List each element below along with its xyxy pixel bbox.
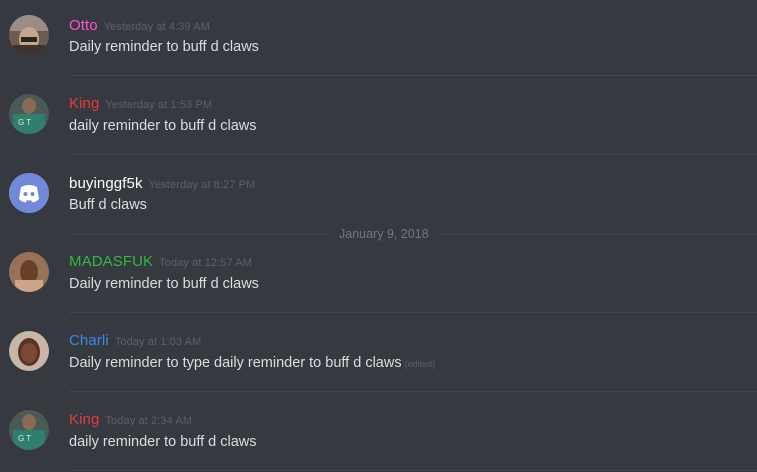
- avatar[interactable]: G T: [9, 94, 49, 134]
- avatar[interactable]: [9, 252, 49, 292]
- user-photo-avatar-icon: G T: [9, 410, 49, 450]
- user-photo-avatar-icon: [9, 331, 49, 371]
- username[interactable]: King Today at 2:34 AM: [69, 411, 192, 428]
- timestamp: Today at 1:03 AM: [114, 336, 202, 348]
- avatar[interactable]: [9, 331, 49, 371]
- username[interactable]: King Yesterday at 1:53 PM: [69, 95, 212, 112]
- message-item[interactable]: Otto Yesterday at 4:39 AM Daily reminder …: [0, 0, 757, 78]
- message-divider: [69, 312, 757, 313]
- username[interactable]: Charli Today at 1:03 AM: [69, 332, 201, 349]
- username-text[interactable]: Otto: [69, 17, 98, 34]
- message-text: Daily reminder to buff d claws: [69, 276, 259, 292]
- message-item[interactable]: Charli Today at 1:03 AM Daily reminder to…: [0, 315, 757, 393]
- message-text-body: Daily reminder to type daily reminder to…: [69, 355, 402, 371]
- user-photo-avatar-icon: [9, 15, 49, 55]
- username-text[interactable]: buyinggf5k: [69, 175, 143, 192]
- message-divider: [69, 154, 757, 155]
- timestamp: Yesterday at 4:39 AM: [103, 21, 210, 33]
- message-item[interactable]: buyinggf5k Yesterday at 8:27 PM Buff d cl…: [0, 157, 757, 235]
- message-text: Daily reminder to buff d claws: [69, 39, 259, 55]
- message-item[interactable]: G T King Yesterday at 1:53 PM daily remin…: [0, 78, 757, 156]
- username-text[interactable]: King: [69, 95, 99, 112]
- message-divider: [69, 470, 757, 471]
- avatar[interactable]: G T: [9, 410, 49, 450]
- timestamp: Today at 2:34 AM: [105, 415, 193, 427]
- message-item[interactable]: G T King Today at 2:34 AM daily reminder …: [0, 394, 757, 472]
- username[interactable]: Otto Yesterday at 4:39 AM: [69, 17, 210, 34]
- timestamp: Yesterday at 8:27 PM: [148, 179, 256, 191]
- user-photo-avatar-icon: [9, 252, 49, 292]
- message-text: daily reminder to buff d claws: [69, 118, 257, 134]
- avatar[interactable]: [9, 173, 49, 213]
- chat-messages: Otto Yesterday at 4:39 AM Daily reminder …: [0, 0, 757, 472]
- username-text[interactable]: King: [69, 411, 99, 428]
- edited-marker: (edited): [404, 359, 436, 369]
- message-text: daily reminder to buff d claws: [69, 434, 257, 450]
- svg-text:G T: G T: [18, 118, 31, 127]
- timestamp: Yesterday at 1:53 PM: [105, 99, 213, 111]
- avatar[interactable]: [9, 15, 49, 55]
- username-text[interactable]: MADASFUK: [69, 253, 153, 270]
- svg-text:G T: G T: [18, 434, 31, 443]
- message-item[interactable]: MADASFUK Today at 12:57 AM Daily reminder…: [0, 236, 757, 314]
- discord-logo-icon: [9, 173, 49, 213]
- timestamp: Today at 12:57 AM: [159, 257, 252, 269]
- message-text: Buff d claws: [69, 197, 147, 213]
- message-text: Daily reminder to type daily reminder to…: [69, 355, 435, 371]
- message-divider: [69, 391, 757, 392]
- username[interactable]: buyinggf5k Yesterday at 8:27 PM: [69, 175, 255, 192]
- username-text[interactable]: Charli: [69, 332, 109, 349]
- user-photo-avatar-icon: G T: [9, 94, 49, 134]
- message-divider: [69, 75, 757, 76]
- username[interactable]: MADASFUK Today at 12:57 AM: [69, 253, 252, 270]
